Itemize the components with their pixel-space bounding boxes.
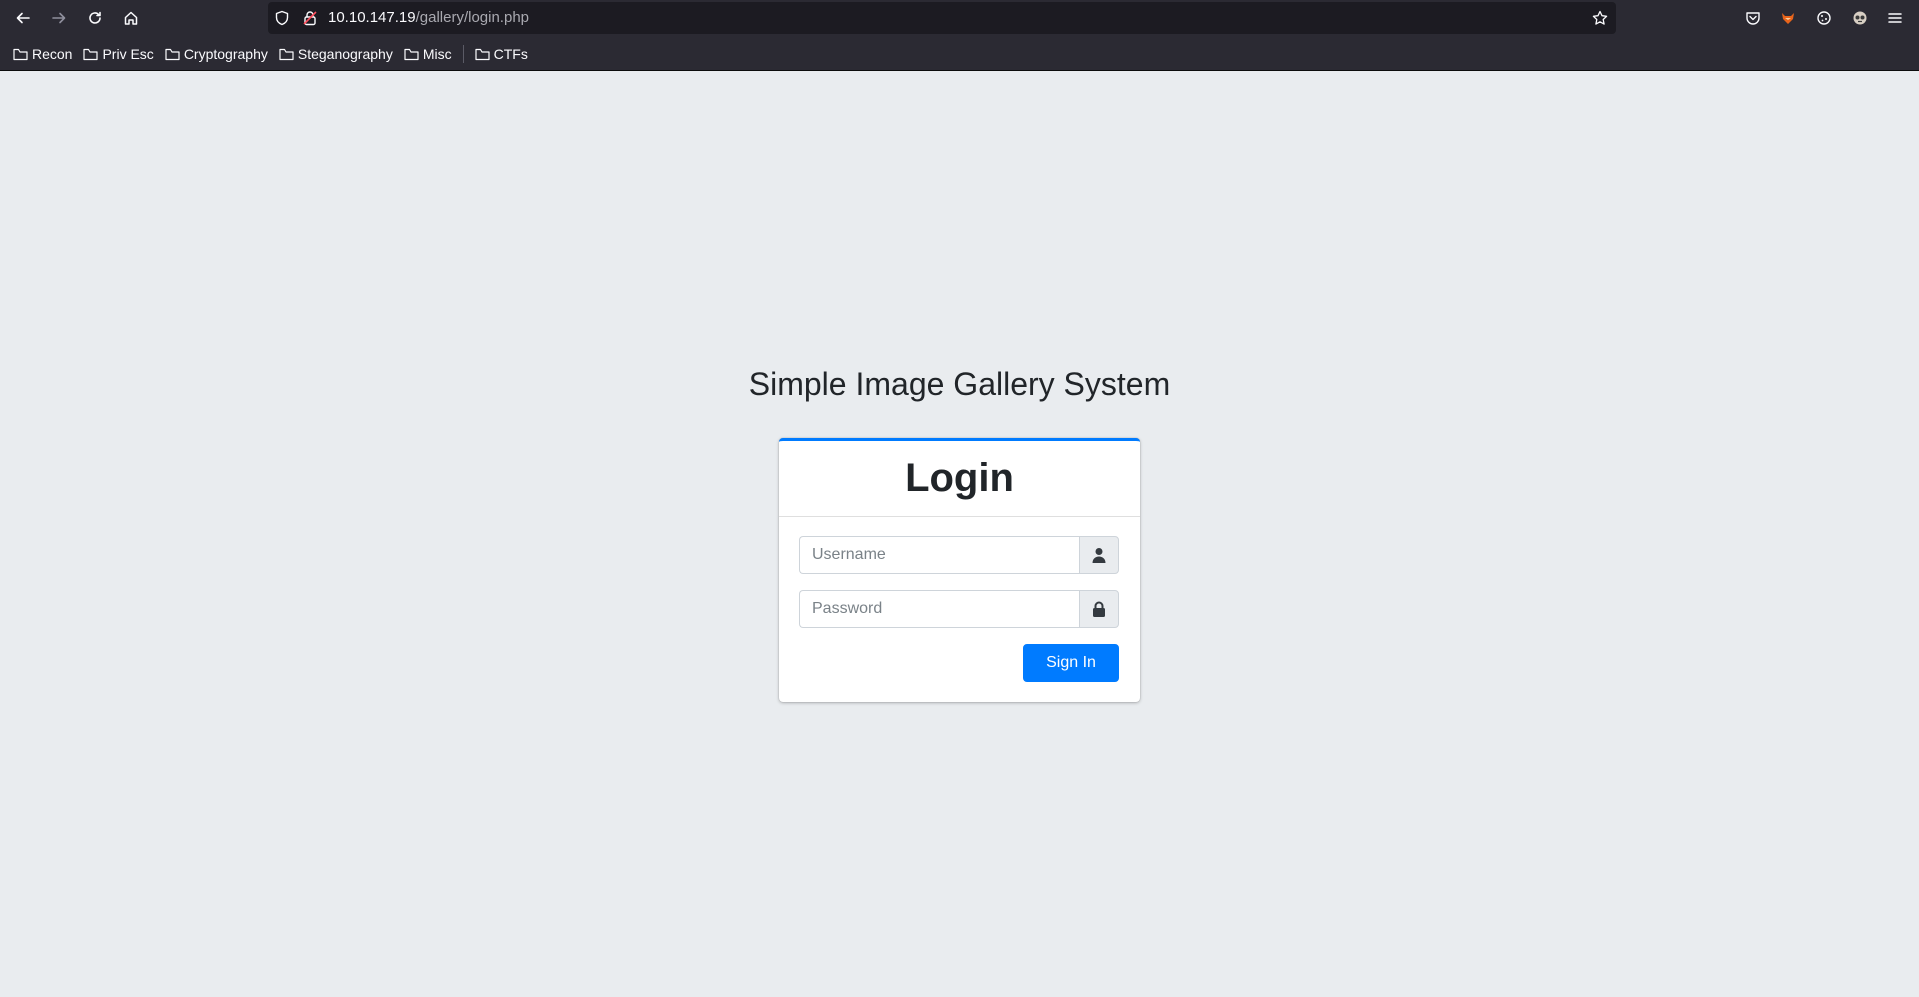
bookmark-label: Misc: [422, 46, 452, 62]
forward-icon[interactable]: [47, 6, 71, 30]
bookmark-label: Recon: [32, 46, 73, 62]
pocket-icon[interactable]: [1744, 9, 1762, 27]
wappalyzer-icon[interactable]: [1851, 9, 1869, 27]
password-group: [799, 590, 1119, 628]
bookmark-label: Steganography: [297, 46, 393, 62]
bookmark-folder-priv-esc[interactable]: Priv Esc: [80, 42, 156, 66]
bookmark-separator: [462, 45, 464, 63]
reload-icon[interactable]: [83, 6, 107, 30]
login-card: Login Sign In: [779, 438, 1140, 702]
shield-icon[interactable]: [274, 10, 290, 26]
bookmark-folder-recon[interactable]: Recon: [10, 42, 75, 66]
folder-icon: [475, 48, 490, 60]
cookie-editor-icon[interactable]: [1815, 9, 1833, 27]
browser-toolbar: 10.10.147.19/gallery/login.php Recon Pri…: [0, 0, 1919, 71]
bookmark-folder-steganography[interactable]: Steganography: [276, 42, 396, 66]
back-icon[interactable]: [11, 6, 35, 30]
insecure-lock-icon[interactable]: [302, 10, 318, 26]
url-host: 10.10.147.19: [328, 9, 416, 26]
bookmark-label: Priv Esc: [102, 46, 154, 62]
foxyproxy-icon[interactable]: [1779, 9, 1797, 27]
lock-icon: [1079, 590, 1119, 628]
password-input[interactable]: [799, 590, 1079, 628]
folder-icon: [404, 48, 419, 60]
username-input[interactable]: [799, 536, 1079, 574]
folder-icon: [165, 48, 180, 60]
url-text[interactable]: 10.10.147.19/gallery/login.php: [328, 2, 529, 34]
folder-icon: [83, 48, 99, 60]
user-icon: [1079, 536, 1119, 574]
bookmark-label: CTFs: [493, 46, 528, 62]
login-heading: Login: [905, 456, 1014, 500]
address-bar[interactable]: 10.10.147.19/gallery/login.php: [268, 2, 1616, 34]
username-group: [799, 536, 1119, 574]
folder-icon: [13, 48, 28, 60]
bookmark-folder-misc[interactable]: Misc: [401, 42, 455, 66]
folder-icon: [279, 48, 294, 60]
bookmark-star-icon[interactable]: [1592, 10, 1608, 26]
url-path: /gallery/login.php: [415, 9, 530, 26]
sign-in-button[interactable]: Sign In: [1023, 644, 1119, 682]
bookmark-label: Cryptography: [183, 46, 268, 62]
bookmark-folder-ctfs[interactable]: CTFs: [472, 42, 531, 66]
bookmarks-toolbar: Recon Priv Esc Cryptography Steganograph…: [0, 40, 1919, 68]
page-title: Simple Image Gallery System: [748, 366, 1171, 402]
card-header: Login: [779, 441, 1140, 517]
bookmark-folder-cryptography[interactable]: Cryptography: [162, 42, 271, 66]
home-icon[interactable]: [119, 6, 143, 30]
menu-icon[interactable]: [1886, 9, 1904, 27]
